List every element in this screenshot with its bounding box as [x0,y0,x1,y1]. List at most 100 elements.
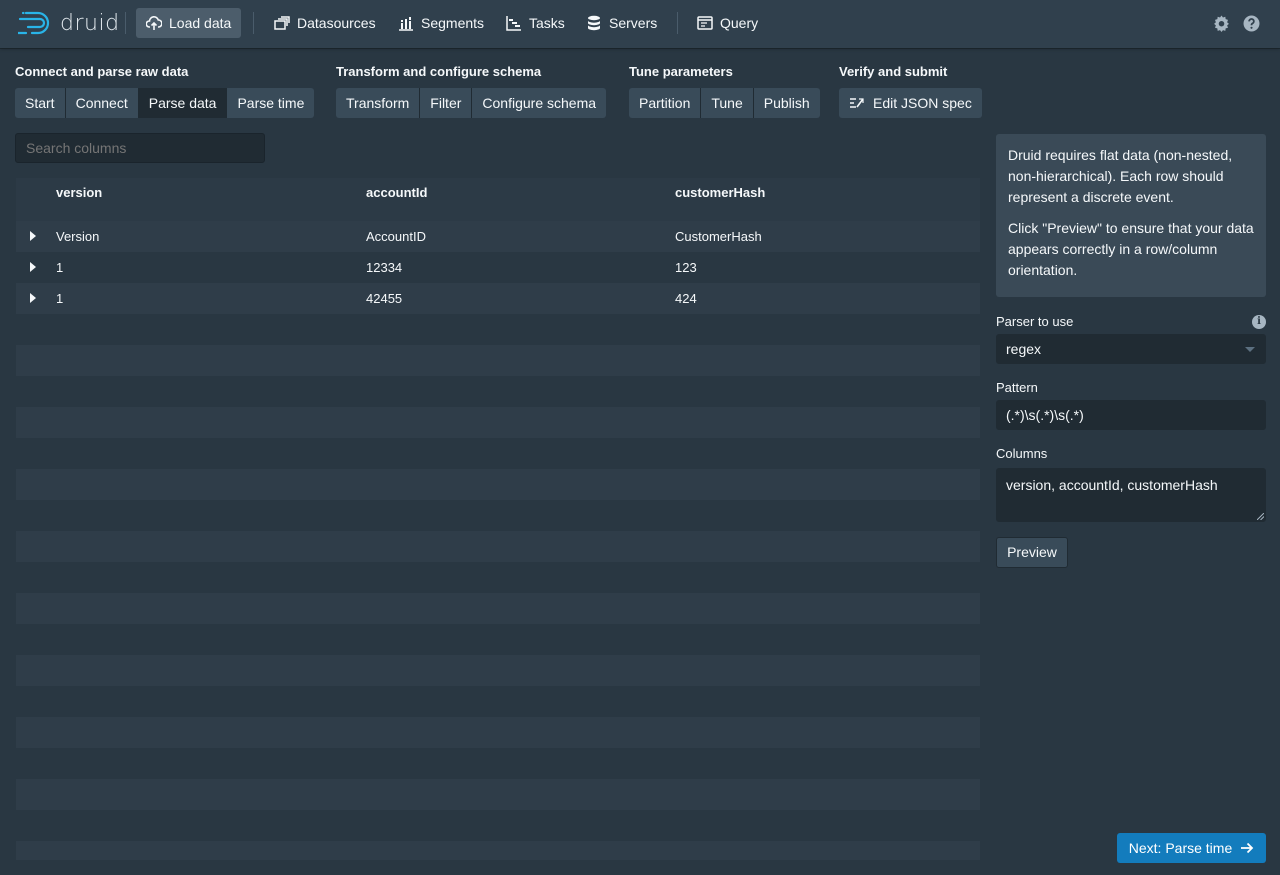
step-group-title: Connect and parse raw data [15,64,189,79]
empty-table-row [16,624,980,655]
nav-servers[interactable]: Servers [576,8,667,38]
nav-divider [677,12,678,34]
step-parse-data-button[interactable]: Parse data [138,88,228,118]
table-cell: CustomerHash [675,229,762,244]
parse-data-callout: Druid requires flat data (non-nested, no… [996,134,1266,297]
table-cell: 123 [675,260,697,275]
stacked-chart-icon [399,17,413,31]
step-group-title: Tune parameters [629,64,733,79]
step-group-verify: Verify and submit Edit JSON spec [839,64,982,118]
nav-divider [253,12,254,34]
top-navbar: druid Load data Datasources Segments Tas… [0,0,1280,48]
empty-table-row [16,314,980,345]
callout-text-1: Druid requires flat data (non-nested, no… [1008,147,1233,205]
resize-handle-icon[interactable] [1257,513,1264,520]
nav-query[interactable]: Query [687,8,768,38]
step-edit-json-spec-button[interactable]: Edit JSON spec [839,88,982,118]
empty-table-row [16,717,980,748]
columns-label: Columns [996,446,1048,461]
empty-table-row [16,779,980,810]
nav-tasks[interactable]: Tasks [496,8,575,38]
info-icon[interactable]: i [1252,315,1266,329]
nav-load-data[interactable]: Load data [136,8,242,38]
table-cell: 424 [675,291,697,306]
table-row[interactable]: 1 42455 424 [16,283,980,314]
pattern-label: Pattern [996,380,1038,395]
step-tune-button[interactable]: Tune [701,88,754,118]
help-icon[interactable] [1242,14,1260,32]
expand-row-caret-icon[interactable] [30,293,36,303]
empty-table-row [16,407,980,438]
step-partition-button[interactable]: Partition [629,88,702,118]
parser-select-value: regex [1006,341,1042,357]
preview-button[interactable]: Preview [996,537,1068,568]
search-columns-input[interactable] [15,133,265,163]
druid-logo-text: druid [60,10,120,36]
empty-table-row [16,562,980,593]
step-group-transform: Transform and configure schema Transform… [336,64,607,118]
data-preview-table: version accountId customerHash Version Ac… [16,178,980,860]
druid-logo-icon [18,11,50,35]
nav-load-data-label: Load data [169,15,232,31]
column-header-version[interactable]: version [56,185,102,200]
step-group-tune: Tune parameters Partition Tune Publish [629,64,820,118]
parser-select[interactable]: regex [996,334,1266,364]
nav-segments[interactable]: Segments [388,8,494,38]
empty-table-row [16,810,980,841]
column-header-accountid[interactable]: accountId [366,185,427,200]
table-row[interactable]: 1 12334 123 [16,252,980,283]
table-cell: 1 [56,260,64,275]
table-cell: 42455 [366,291,403,306]
arrow-right-icon [1241,842,1254,854]
nav-datasources-label: Datasources [297,15,376,31]
application-icon [697,16,713,30]
nav-query-label: Query [720,15,759,31]
empty-table-row [16,469,980,500]
empty-table-row [16,748,980,779]
table-cell: Version [56,229,100,244]
table-cell: AccountID [366,229,426,244]
step-group-title: Verify and submit [839,64,948,79]
step-start-button[interactable]: Start [15,88,66,118]
step-parse-time-button[interactable]: Parse time [227,88,315,118]
step-publish-button[interactable]: Publish [753,88,820,118]
gantt-chart-icon [506,16,521,31]
empty-table-row [16,531,980,562]
step-transform-button[interactable]: Transform [336,88,421,118]
empty-table-row [16,376,980,407]
columns-textarea[interactable]: version, accountId, customerHash [996,468,1266,522]
nav-datasources[interactable]: Datasources [264,8,386,38]
multi-select-icon [274,16,290,30]
table-row[interactable]: Version AccountID CustomerHash [16,221,980,252]
step-configure-schema-button[interactable]: Configure schema [472,88,607,118]
table-cell: 12334 [366,260,403,275]
empty-table-row [16,655,980,686]
database-icon [588,15,600,31]
nav-segments-label: Segments [421,15,485,31]
expand-row-caret-icon[interactable] [30,262,36,272]
edit-spec-icon [850,98,864,108]
cloud-upload-icon [146,16,162,30]
expand-row-caret-icon[interactable] [30,231,36,241]
settings-gear-icon[interactable] [1212,14,1230,32]
pattern-input[interactable]: (.*)\s(.*)\s(.*) [996,400,1266,430]
step-filter-button[interactable]: Filter [420,88,473,118]
empty-table-row [16,841,980,860]
callout-text-2: Click "Preview" to ensure that your data… [1008,220,1254,278]
next-button-label: Next: Parse time [1128,840,1233,856]
column-header-customerhash[interactable]: customerHash [675,185,765,200]
empty-table-row [16,593,980,624]
nav-tasks-label: Tasks [529,15,565,31]
nav-servers-label: Servers [609,15,658,31]
next-parse-time-button[interactable]: Next: Parse time [1117,833,1266,863]
table-cell: 1 [56,291,64,306]
parser-label: Parser to use [996,314,1074,329]
empty-table-row [16,345,980,376]
table-header: version accountId customerHash [16,178,980,221]
druid-logo[interactable]: druid [18,9,120,37]
empty-table-row [16,500,980,531]
step-connect-button[interactable]: Connect [65,88,139,118]
nav-divider [125,12,126,34]
empty-table-row [16,686,980,717]
chevron-down-icon [1245,347,1255,352]
